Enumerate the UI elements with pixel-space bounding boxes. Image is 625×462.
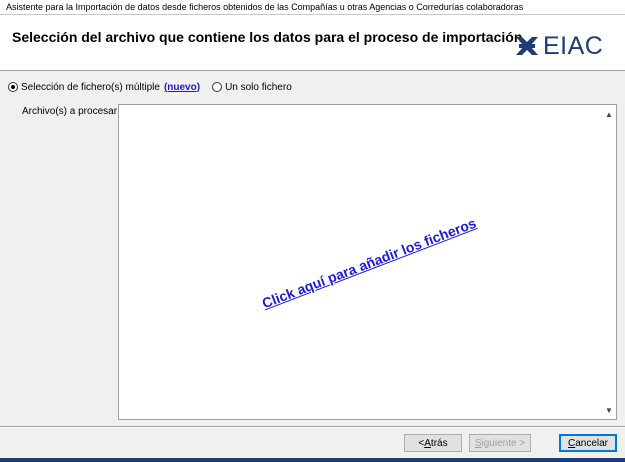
option-multiple[interactable]: Selección de fichero(s) múltiple: [8, 82, 160, 93]
add-files-link[interactable]: Click aquí para añadir los ficheros: [260, 215, 479, 312]
logo-text: EIAC: [543, 32, 604, 60]
window-title: Asistente para la Importación de datos d…: [0, 0, 625, 15]
multiple-label[interactable]: Selección de fichero(s) múltiple: [21, 82, 160, 93]
back-button[interactable]: < Atrás: [404, 434, 462, 452]
files-list[interactable]: Click aquí para añadir los ficheros ▲ ▼: [118, 104, 617, 420]
single-radio[interactable]: [212, 82, 223, 92]
option-single[interactable]: Un solo fichero: [212, 82, 292, 93]
vertical-scrollbar[interactable]: ▲ ▼: [602, 105, 616, 419]
eiac-logo: EIAC: [515, 33, 603, 59]
cancel-button[interactable]: Cancelar: [559, 434, 617, 452]
scroll-down-icon[interactable]: ▼: [602, 403, 616, 417]
nuevo-link[interactable]: (nuevo): [164, 82, 200, 93]
taskbar-strip: [0, 458, 625, 462]
single-label[interactable]: Un solo fichero: [225, 82, 292, 93]
eiac-logo-icon: [516, 37, 538, 55]
multiple-radio[interactable]: [8, 82, 18, 92]
file-mode-options: Selección de fichero(s) múltiple (nuevo)…: [8, 80, 292, 94]
next-button[interactable]: Siguiente >: [469, 434, 531, 452]
files-label: Archivo(s) a procesar: [22, 106, 118, 117]
wizard-header: Selección del archivo que contiene los d…: [0, 15, 625, 71]
scroll-up-icon[interactable]: ▲: [602, 107, 616, 121]
page-title: Selección del archivo que contiene los d…: [12, 29, 523, 45]
